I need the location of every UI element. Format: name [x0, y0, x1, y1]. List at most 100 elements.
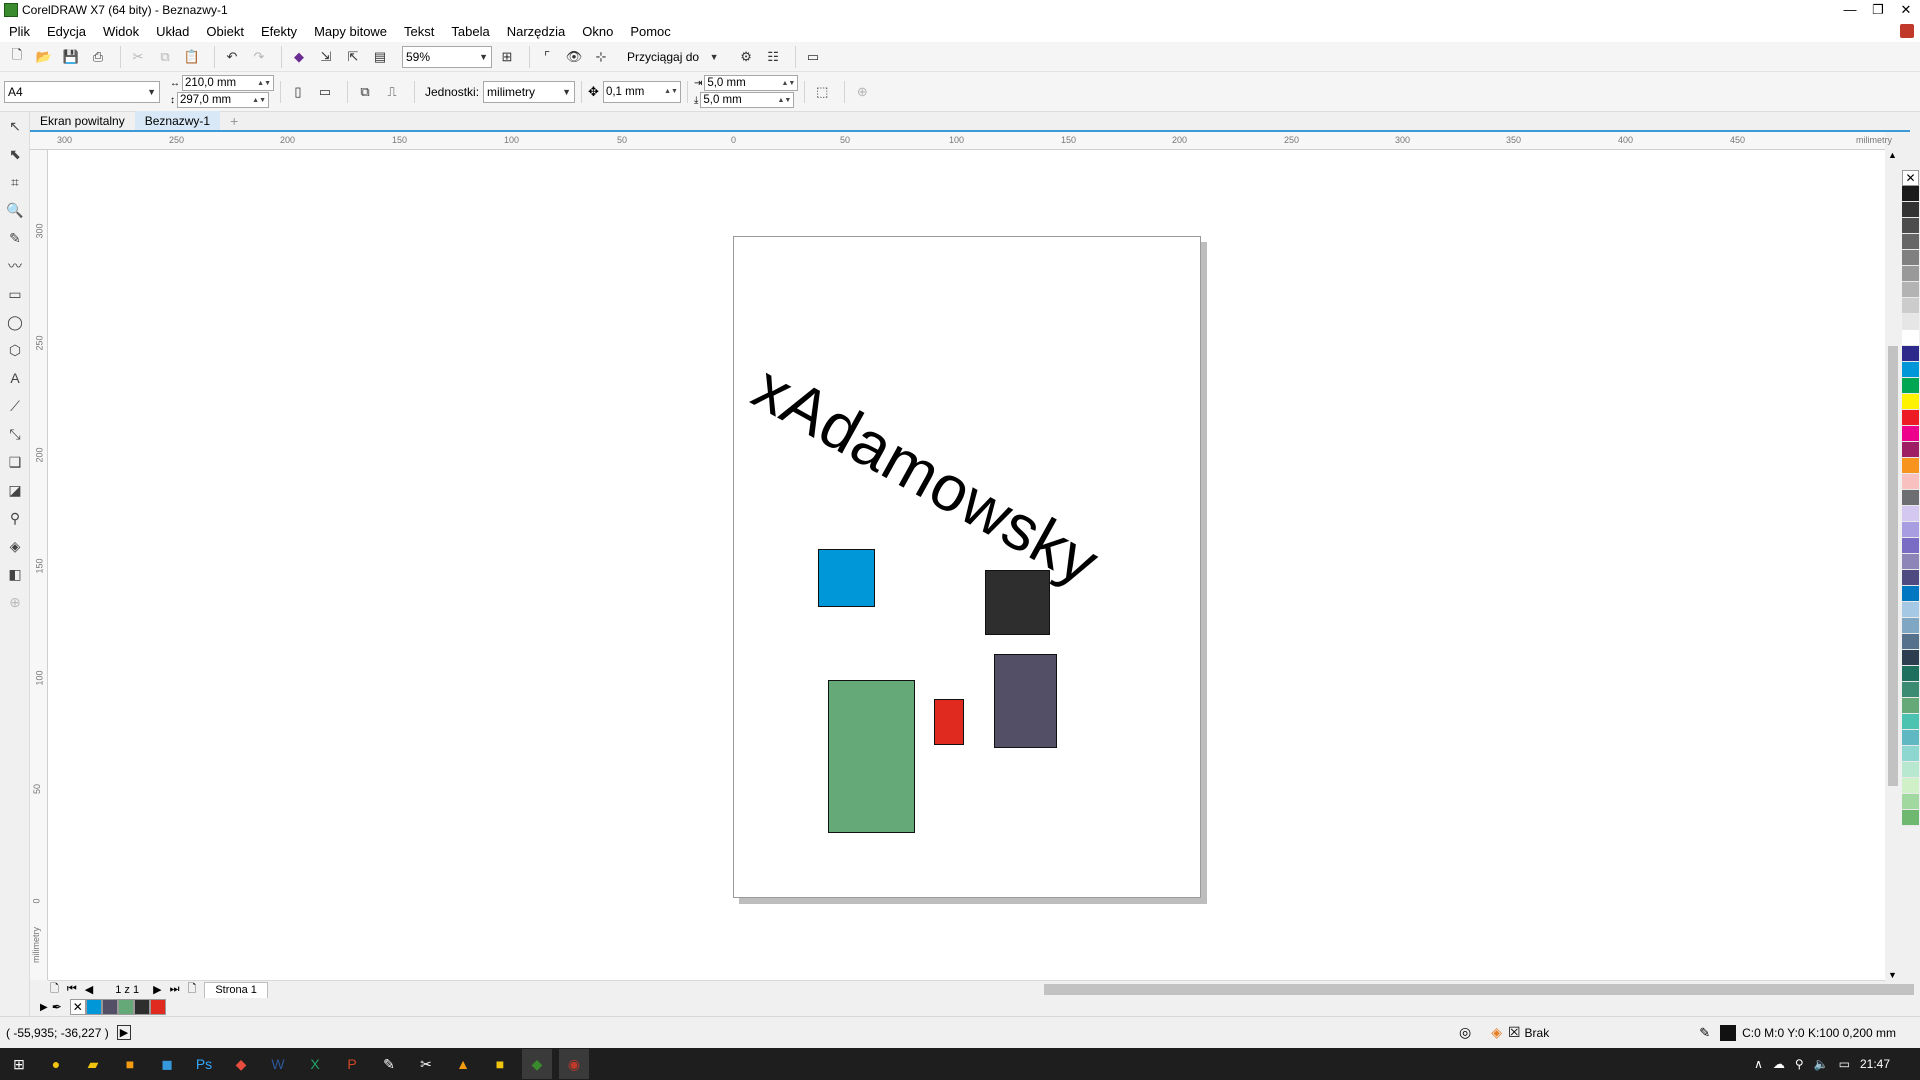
first-page-icon[interactable]: ⏮ [67, 983, 77, 996]
search-content-icon[interactable]: ◆ [288, 46, 310, 68]
doc-color-swatch[interactable] [133, 999, 150, 1015]
crop-tool-icon[interactable]: ⌗ [0, 168, 30, 196]
palette-color-swatch[interactable] [1902, 234, 1919, 250]
palette-color-swatch[interactable] [1902, 330, 1919, 346]
snap-to-button[interactable]: Przyciągaj do [627, 50, 699, 64]
start-button-icon[interactable]: ⊞ [4, 1049, 34, 1079]
print-icon[interactable]: ⎙ [87, 46, 109, 68]
menu-okno[interactable]: Okno [573, 24, 621, 39]
palette-color-swatch[interactable] [1902, 218, 1919, 234]
app-icon[interactable]: ◆ [226, 1049, 256, 1079]
expand-palette-icon[interactable]: ▶ [40, 1002, 48, 1013]
menu-plik[interactable]: Plik [0, 24, 38, 39]
close-button[interactable]: ✕ [1892, 2, 1920, 18]
save-icon[interactable]: 💾 [60, 46, 82, 68]
spin-arrows-icon[interactable]: ▲▼ [257, 80, 273, 87]
no-color-swatch[interactable]: ✕ [69, 999, 86, 1015]
palette-color-swatch[interactable] [1902, 266, 1919, 282]
duplicate-y-input[interactable]: 5,0 mm ▲▼ [700, 92, 795, 108]
page-size-select[interactable]: A4 ▼ [4, 80, 160, 103]
photoshop-icon[interactable]: Ps [189, 1049, 219, 1079]
word-icon[interactable]: W [263, 1049, 293, 1079]
palette-color-swatch[interactable] [1902, 730, 1919, 746]
slate-rectangle[interactable] [994, 654, 1057, 748]
fill-icon[interactable]: ◈ [1491, 1024, 1502, 1041]
palette-color-swatch[interactable] [1902, 650, 1919, 666]
palette-color-swatch[interactable] [1902, 810, 1919, 826]
units-select[interactable]: milimetry ▼ [483, 80, 576, 103]
zoom-level-select[interactable]: 59% ▼ [402, 45, 492, 68]
chrome-icon[interactable]: ● [41, 1049, 71, 1079]
tray-expand-icon[interactable]: ∧ [1754, 1057, 1763, 1071]
palette-color-swatch[interactable] [1902, 794, 1919, 810]
palette-color-swatch[interactable] [1902, 506, 1919, 522]
palette-color-swatch[interactable] [1902, 362, 1919, 378]
app-icon[interactable]: ✂ [411, 1049, 441, 1079]
add-tab-button[interactable]: + [220, 111, 248, 130]
outline-pen-icon[interactable]: ✎ [1699, 1025, 1710, 1041]
spin-arrows-icon[interactable]: ▲▼ [778, 97, 794, 104]
excel-icon[interactable]: X [300, 1049, 330, 1079]
redo-icon[interactable]: ↷ [248, 46, 270, 68]
doc-color-swatch[interactable] [101, 999, 118, 1015]
outline-color-swatch[interactable] [1720, 1024, 1737, 1041]
red-rectangle[interactable] [934, 699, 964, 745]
coreldraw-taskbar-icon[interactable]: ◆ [522, 1049, 552, 1079]
network-icon[interactable]: ⚲ [1795, 1057, 1804, 1071]
palette-color-swatch[interactable] [1902, 554, 1919, 570]
next-page-icon[interactable]: ▶ [153, 983, 161, 996]
add-page-icon[interactable]: 🗋 [50, 980, 59, 999]
text-tool-icon[interactable]: A [0, 364, 30, 392]
zoom-tool-icon[interactable]: 🔍 [0, 196, 30, 224]
black-rectangle[interactable] [985, 570, 1050, 635]
treat-as-filled-icon[interactable]: ⬚ [811, 81, 833, 103]
palette-color-swatch[interactable] [1902, 698, 1919, 714]
palette-color-swatch[interactable] [1902, 490, 1919, 506]
new-document-icon[interactable]: 🗋 [6, 46, 28, 68]
vlc-icon[interactable]: ▲ [448, 1049, 478, 1079]
menu-tekst[interactable]: Tekst [395, 24, 442, 39]
palette-color-swatch[interactable] [1902, 394, 1919, 410]
drop-shadow-icon[interactable]: ❑ [0, 448, 30, 476]
artistic-media-icon[interactable]: 〰 [0, 252, 30, 280]
palette-color-swatch[interactable] [1902, 186, 1919, 202]
palette-color-swatch[interactable] [1902, 586, 1919, 602]
palette-color-swatch[interactable] [1902, 538, 1919, 554]
restore-button[interactable]: ❐ [1864, 2, 1892, 18]
doc-color-swatch[interactable] [85, 999, 102, 1015]
horizontal-ruler[interactable]: 300 250 200 150 100 50 0 50 100 150 200 … [30, 132, 1892, 150]
spin-arrows-icon[interactable]: ▲▼ [664, 88, 680, 95]
user-account-icon[interactable] [1900, 24, 1914, 38]
spin-arrows-icon[interactable]: ▲▼ [252, 97, 268, 104]
drawing-page[interactable] [733, 236, 1201, 898]
palette-color-swatch[interactable] [1902, 618, 1919, 634]
notepad-icon[interactable]: ✎ [374, 1049, 404, 1079]
palette-color-swatch[interactable] [1902, 298, 1919, 314]
smart-fill-icon[interactable]: ◧ [0, 560, 30, 588]
doc-color-swatch[interactable] [117, 999, 134, 1015]
copy-icon[interactable]: ⧉ [154, 46, 176, 68]
prev-page-icon[interactable]: ◀ [85, 983, 93, 996]
duplicate-x-input[interactable]: 5,0 mm ▲▼ [704, 75, 799, 91]
vertical-ruler[interactable]: 300 250 200 150 100 50 0 milimetry [30, 150, 48, 980]
eyedropper-icon[interactable]: ✒ [52, 1000, 62, 1014]
battery-icon[interactable]: ▭ [1839, 1057, 1850, 1071]
palette-color-swatch[interactable] [1902, 666, 1919, 682]
shape-tool-icon[interactable]: ⬉ [0, 140, 30, 168]
color-eyedropper-icon[interactable]: ⚲ [0, 504, 30, 532]
publish-pdf-icon[interactable]: ▤ [369, 46, 391, 68]
palette-color-swatch[interactable] [1902, 714, 1919, 730]
palette-color-swatch[interactable] [1902, 410, 1919, 426]
clock[interactable]: 21:47 [1860, 1057, 1890, 1071]
tab-welcome-screen[interactable]: Ekran powitalny [30, 111, 135, 130]
no-color-swatch[interactable]: ✕ [1902, 170, 1919, 186]
cloud-icon[interactable]: ☁ [1773, 1057, 1785, 1071]
palette-color-swatch[interactable] [1902, 282, 1919, 298]
palette-color-swatch[interactable] [1902, 202, 1919, 218]
polygon-tool-icon[interactable]: ⬡ [0, 336, 30, 364]
connector-tool-icon[interactable]: ⤡ [0, 420, 30, 448]
export-icon[interactable]: ⇱ [342, 46, 364, 68]
palette-color-swatch[interactable] [1902, 602, 1919, 618]
app-launcher-icon[interactable]: ☷ [762, 46, 784, 68]
app-icon[interactable]: ◼ [152, 1049, 182, 1079]
